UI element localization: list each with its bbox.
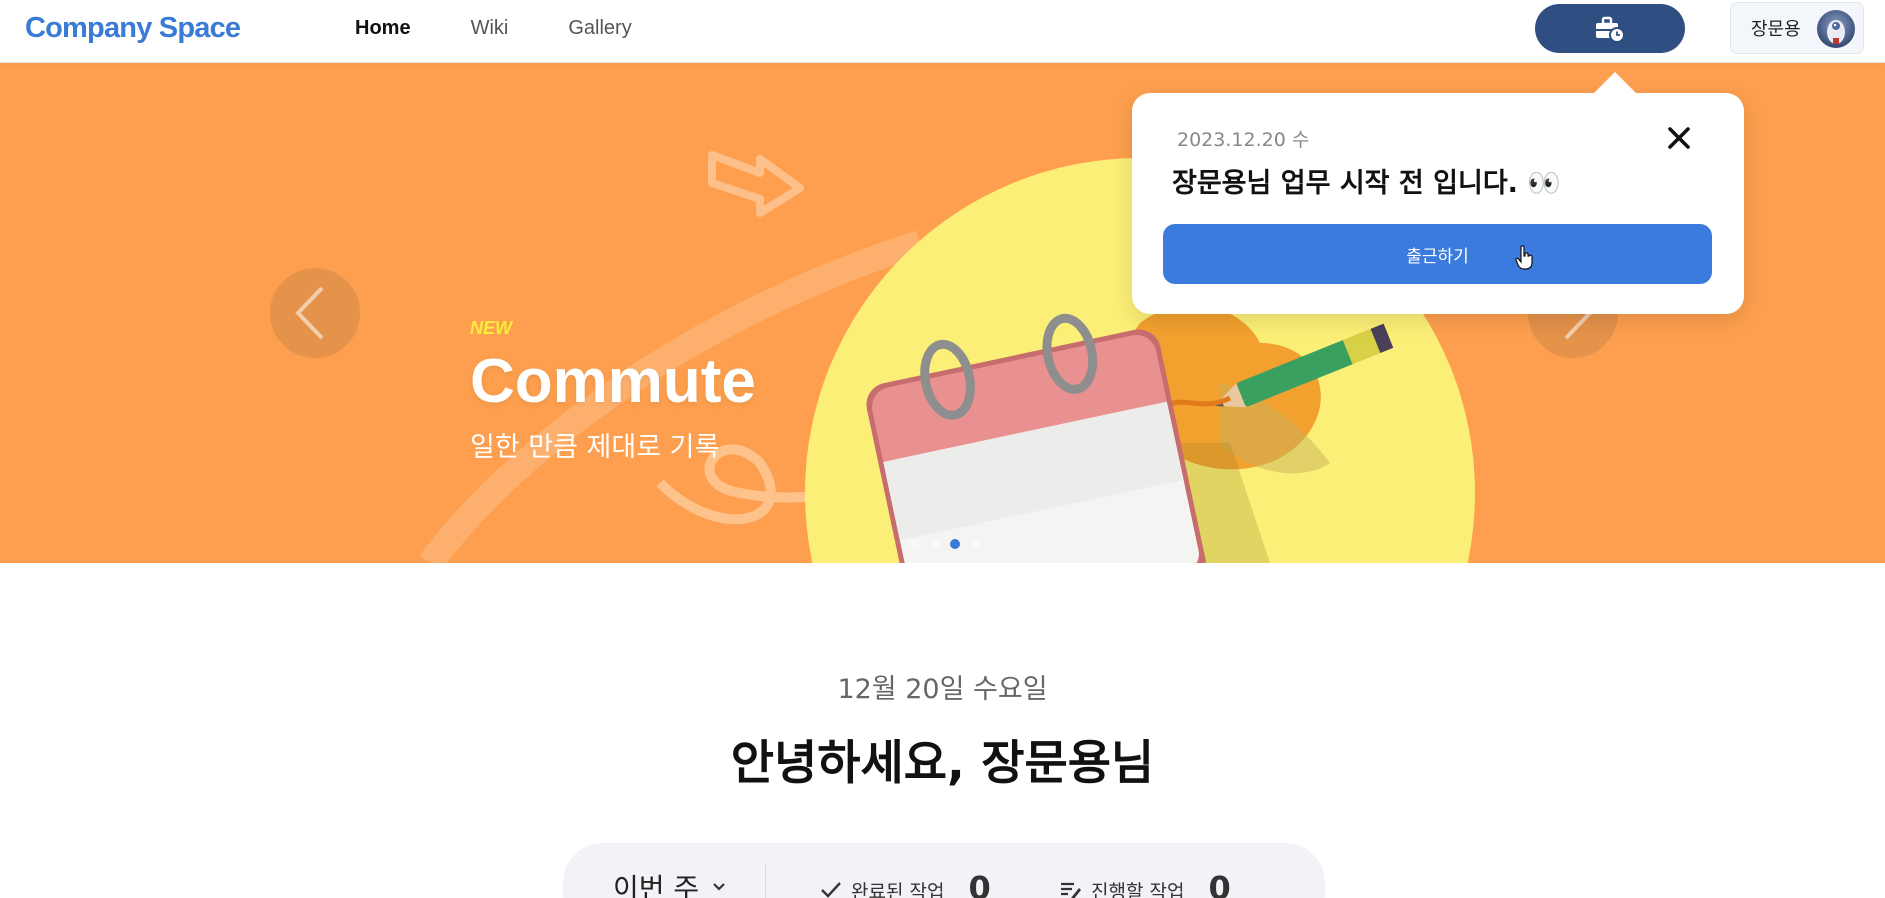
divider	[765, 863, 766, 898]
weekly-stats: 이번 주 완료된 작업 0 진행할 작업 0	[563, 843, 1325, 898]
chevron-down-icon	[713, 883, 725, 891]
commute-popover: 2023.12.20 수 장문용님 업무 시작 전 입니다. 👀 출근하기	[1132, 93, 1744, 314]
banner-title: Commute	[470, 347, 756, 416]
check-icon	[821, 882, 841, 898]
nav-home[interactable]: Home	[355, 17, 411, 40]
period-select[interactable]: 이번 주	[613, 867, 727, 898]
carousel-dots	[910, 539, 980, 549]
clock-in-label: 출근하기	[1406, 246, 1469, 267]
banner-prev-button[interactable]	[270, 268, 360, 358]
edit-list-icon	[1061, 882, 1081, 898]
greeting-title: 안녕하세요, 장문용님	[730, 736, 1155, 791]
popover-message: 장문용님 업무 시작 전 입니다. 👀	[1172, 168, 1561, 199]
close-icon	[1668, 127, 1690, 149]
pending-value: 0	[1208, 869, 1231, 898]
briefcase-clock-icon	[1596, 16, 1625, 43]
new-badge: NEW	[470, 318, 512, 338]
banner-subtitle: 일한 만큼 제대로 기록	[470, 432, 720, 463]
top-header: Company Space Home Wiki Gallery 장문용	[0, 0, 1885, 63]
period-label: 이번 주	[613, 872, 700, 898]
logo[interactable]: Company Space	[25, 12, 241, 45]
completed-stat: 완료된 작업 0	[819, 869, 991, 898]
popover-date: 2023.12.20 수	[1177, 129, 1310, 151]
nav-wiki[interactable]: Wiki	[471, 17, 509, 40]
today-date: 12월 20일 수요일	[837, 674, 1048, 705]
popover-arrow	[1593, 72, 1637, 94]
nav-gallery[interactable]: Gallery	[568, 17, 631, 40]
main-nav: Home Wiki Gallery	[355, 17, 692, 40]
hand-cursor-icon	[1515, 245, 1533, 270]
carousel-dot[interactable]	[930, 539, 940, 549]
banner-text: NEW Commute 일한 만큼 제대로 기록	[470, 318, 756, 464]
completed-label: 완료된 작업	[851, 880, 945, 898]
pending-label: 진행할 작업	[1091, 880, 1185, 898]
user-name: 장문용	[1751, 19, 1801, 40]
clock-in-button[interactable]: 출근하기	[1163, 224, 1712, 284]
commute-button[interactable]	[1535, 4, 1685, 53]
user-menu-button[interactable]: 장문용	[1730, 2, 1864, 54]
carousel-dot-active[interactable]	[950, 539, 960, 549]
popover-close-button[interactable]	[1664, 123, 1694, 153]
carousel-dot[interactable]	[970, 539, 980, 549]
pending-stat: 진행할 작업 0	[1059, 869, 1231, 898]
carousel-dot[interactable]	[910, 539, 920, 549]
chevron-left-icon	[295, 286, 324, 340]
avatar	[1817, 10, 1855, 48]
completed-value: 0	[968, 869, 991, 898]
